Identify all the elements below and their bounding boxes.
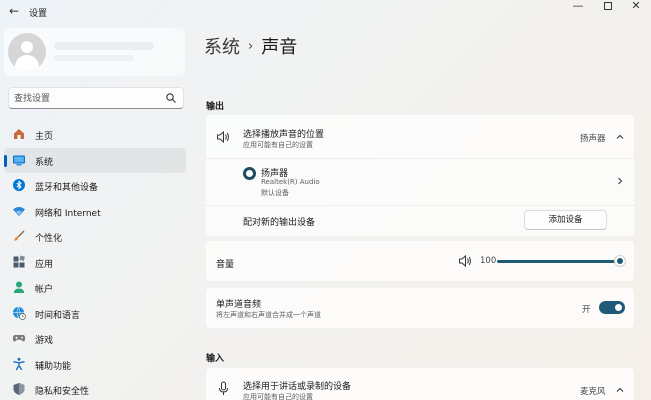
sidebar-nav: 主页 系统 蓝牙和其他设备 网络和 Internet 个性化 应用 帐户 时间和… xyxy=(4,122,186,400)
mono-audio-toggle[interactable] xyxy=(599,301,625,314)
breadcrumb-parent[interactable]: 系统 xyxy=(204,37,240,58)
volume-slider-thumb[interactable] xyxy=(614,255,626,267)
sidebar-item-label: 时间和语言 xyxy=(35,310,81,321)
volume-icon[interactable] xyxy=(458,254,473,268)
choose-input-title: 选择用于讲话或录制的设备 xyxy=(243,382,352,392)
choose-output-title: 选择播放声音的位置 xyxy=(243,130,325,140)
sidebar-item-label: 网络和 Internet xyxy=(35,208,101,219)
volume-label: 音量 xyxy=(216,260,235,270)
account-icon xyxy=(13,281,25,293)
gamepad-icon xyxy=(12,335,26,342)
breadcrumb-separator: › xyxy=(248,39,254,54)
apps-icon xyxy=(13,255,25,267)
profile-name-redacted xyxy=(54,42,154,50)
maximize-icon xyxy=(604,2,612,10)
pair-output-label: 配对新的输出设备 xyxy=(243,218,316,228)
home-icon xyxy=(14,129,24,139)
sidebar-item-label: 主页 xyxy=(35,132,54,142)
profile-email-redacted xyxy=(54,55,134,61)
sidebar-item-label: 应用 xyxy=(35,259,54,270)
mono-audio-card xyxy=(205,287,635,329)
volume-value: 100 xyxy=(480,256,497,266)
sidebar-item-personalization[interactable]: 个性化 xyxy=(4,224,186,250)
search-input[interactable] xyxy=(14,91,164,106)
bluetooth-icon xyxy=(13,179,25,191)
brush-icon xyxy=(14,230,25,241)
mono-audio-state: 开 xyxy=(582,305,591,315)
output-section-title: 输出 xyxy=(206,102,225,112)
sidebar-item-label: 蓝牙和其他设备 xyxy=(35,183,99,193)
chevron-up-icon[interactable] xyxy=(615,385,625,395)
minimize-button[interactable]: — xyxy=(563,0,593,14)
sidebar-item-privacy[interactable]: 隐私和安全性 xyxy=(4,377,186,400)
add-device-button[interactable]: 添加设备 xyxy=(524,210,607,230)
user-profile[interactable] xyxy=(4,28,185,76)
sidebar-item-network[interactable]: 网络和 Internet xyxy=(4,199,186,225)
maximize-button[interactable] xyxy=(593,0,623,14)
selected-input-label: 麦克风 xyxy=(580,387,606,397)
app-title: 设置 xyxy=(29,9,48,19)
sidebar-item-label: 辅助功能 xyxy=(35,361,72,372)
selected-output-label: 扬声器 xyxy=(580,134,606,144)
sidebar-item-label: 个性化 xyxy=(35,234,63,244)
output-device-detail: Realtek(R) Audio xyxy=(261,178,320,186)
input-section-title: 输入 xyxy=(206,354,225,364)
sidebar-item-time-language[interactable]: 时间和语言 xyxy=(4,301,186,327)
avatar xyxy=(8,33,46,71)
chevron-right-icon[interactable] xyxy=(615,176,625,186)
choose-output-subtitle: 应用可能有自己的设置 xyxy=(243,141,313,149)
close-button[interactable]: ✕ xyxy=(621,0,651,14)
system-icon xyxy=(13,155,25,165)
sidebar-item-system[interactable]: 系统 xyxy=(4,147,186,173)
chevron-up-icon[interactable] xyxy=(615,132,625,142)
output-device-radio[interactable] xyxy=(243,167,256,180)
sidebar-item-apps[interactable]: 应用 xyxy=(4,250,186,276)
back-button[interactable]: ← xyxy=(7,4,21,18)
sidebar-item-accessibility[interactable]: 辅助功能 xyxy=(4,352,186,378)
breadcrumb: 系统 › 声音 xyxy=(204,33,297,59)
wifi-icon xyxy=(13,206,25,216)
sidebar-item-label: 帐户 xyxy=(35,285,54,295)
sidebar-item-home[interactable]: 主页 xyxy=(4,122,186,148)
sidebar-item-label: 隐私和安全性 xyxy=(35,387,90,397)
accessibility-icon xyxy=(13,357,25,370)
avatar-head xyxy=(21,41,33,53)
avatar-body xyxy=(15,55,39,71)
sidebar-item-label: 系统 xyxy=(35,157,54,168)
sidebar-item-label: 游戏 xyxy=(35,336,54,346)
output-device-status: 默认设备 xyxy=(261,189,289,197)
sidebar-item-bluetooth[interactable]: 蓝牙和其他设备 xyxy=(4,173,186,199)
shield-icon xyxy=(13,383,25,395)
page-title: 声音 xyxy=(261,37,298,58)
title-bar: ← 设置 — ✕ xyxy=(0,0,651,24)
sidebar-item-gaming[interactable]: 游戏 xyxy=(4,326,186,352)
globe-clock-icon xyxy=(13,306,26,320)
choose-input-subtitle: 应用可能有自己的设置 xyxy=(243,393,313,400)
search-box[interactable] xyxy=(8,87,184,109)
mono-audio-title: 单声道音频 xyxy=(216,300,262,310)
sidebar-item-accounts[interactable]: 帐户 xyxy=(4,275,186,301)
microphone-icon xyxy=(219,381,228,395)
search-icon[interactable] xyxy=(165,92,177,104)
speaker-icon xyxy=(217,130,229,144)
volume-slider-track[interactable] xyxy=(497,260,620,263)
mono-audio-subtitle: 将左声道和右声道合并成一个声道 xyxy=(216,311,321,319)
